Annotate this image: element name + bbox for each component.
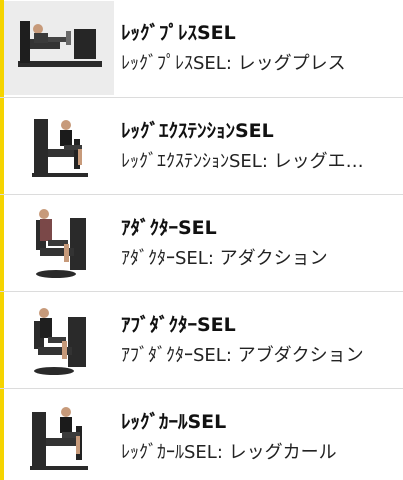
machine-list: ﾚｯｸﾞﾌﾟﾚｽSEL ﾚｯｸﾞﾌﾟﾚｽSEL: レッグプレス ﾚｯｸﾞｴｸｽﾃ… — [0, 0, 403, 480]
leg-press-machine-image — [4, 1, 114, 95]
item-title: ｱﾌﾞﾀﾞｸﾀｰSEL — [121, 313, 236, 336]
list-item-leg-press[interactable]: ﾚｯｸﾞﾌﾟﾚｽSEL ﾚｯｸﾞﾌﾟﾚｽSEL: レッグプレス — [0, 0, 403, 97]
item-title: ｱﾀﾞｸﾀｰSEL — [121, 216, 217, 239]
item-title: ﾚｯｸﾞﾌﾟﾚｽSEL — [121, 21, 236, 44]
item-subtitle: ｱﾌﾞﾀﾞｸﾀｰSEL: アブダクション — [121, 344, 364, 366]
item-subtitle: ﾚｯｸﾞｶｰﾙSEL: レッグカール — [121, 441, 337, 463]
item-subtitle: ﾚｯｸﾞﾌﾟﾚｽSEL: レッグプレス — [121, 52, 346, 74]
list-item-abductor[interactable]: ｱﾌﾞﾀﾞｸﾀｰSEL ｱﾌﾞﾀﾞｸﾀｰSEL: アブダクション — [0, 291, 403, 388]
list-item-leg-extension[interactable]: ﾚｯｸﾞｴｸｽﾃﾝｼｮﾝSEL ﾚｯｸﾞｴｸｽﾃﾝｼｮﾝSEL: レッグエ… — [0, 97, 403, 194]
item-title: ﾚｯｸﾞｴｸｽﾃﾝｼｮﾝSEL — [121, 119, 274, 142]
leg-extension-machine-image — [4, 99, 114, 193]
list-item-adductor[interactable]: ｱﾀﾞｸﾀｰSEL ｱﾀﾞｸﾀｰSEL: アダクション — [0, 194, 403, 291]
item-subtitle: ｱﾀﾞｸﾀｰSEL: アダクション — [121, 247, 328, 269]
abductor-machine-image — [4, 293, 114, 387]
leg-curl-machine-image — [4, 390, 114, 480]
adductor-machine-image — [4, 196, 114, 290]
item-title: ﾚｯｸﾞｶｰﾙSEL — [121, 410, 227, 433]
item-subtitle: ﾚｯｸﾞｴｸｽﾃﾝｼｮﾝSEL: レッグエ… — [121, 150, 364, 172]
list-item-leg-curl[interactable]: ﾚｯｸﾞｶｰﾙSEL ﾚｯｸﾞｶｰﾙSEL: レッグカール — [0, 388, 403, 480]
